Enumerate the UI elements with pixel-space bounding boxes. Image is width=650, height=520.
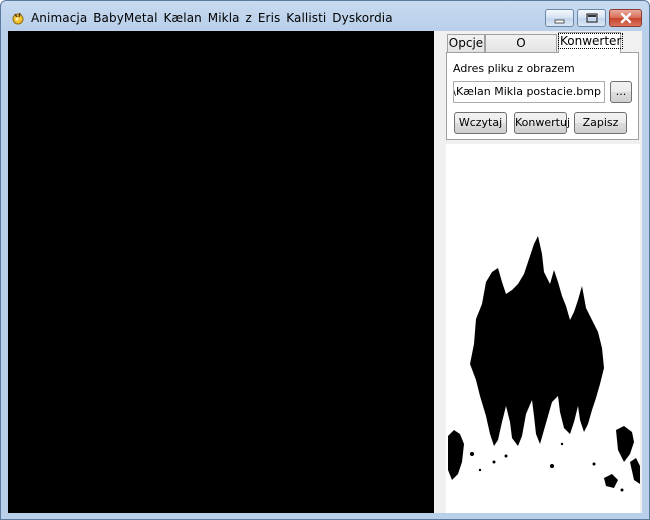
tab-konwerter[interactable]: Konwerter: [557, 32, 624, 53]
window-title: Animacja BabyMetal Kælan Mikla z Eris Ka…: [31, 11, 393, 25]
tab-label: Opcje: [448, 36, 484, 50]
client-area: Opcje O programie Konwerter Adres pliku …: [8, 31, 642, 513]
browse-button[interactable]: ...: [610, 81, 632, 103]
tab-opcje[interactable]: Opcje: [447, 34, 485, 52]
maximize-button[interactable]: [577, 9, 606, 27]
side-panel: Opcje O programie Konwerter Adres pliku …: [445, 31, 642, 513]
silhouette-image: [448, 236, 640, 492]
image-preview: [446, 144, 640, 513]
close-icon: [620, 12, 632, 24]
file-path-label: Adres pliku z obrazem: [453, 62, 575, 75]
save-button[interactable]: Zapisz: [574, 112, 627, 134]
app-icon: [12, 12, 24, 25]
close-button[interactable]: [609, 9, 642, 27]
convert-button[interactable]: Konwertuj: [514, 112, 570, 134]
converter-tab-page: Adres pliku z obrazem alog\Kælan Mikla p…: [446, 52, 639, 140]
tab-o-programie[interactable]: O programie: [485, 34, 557, 67]
app-window: Animacja BabyMetal Kælan Mikla z Eris Ka…: [0, 0, 650, 520]
maximize-icon: [586, 13, 598, 23]
file-path-value: alog\Kælan Mikla postacie.bmp: [454, 85, 601, 98]
title-bar[interactable]: Animacja BabyMetal Kælan Mikla z Eris Ka…: [1, 1, 649, 31]
minimize-button[interactable]: [545, 9, 574, 27]
minimize-icon: [554, 19, 565, 24]
load-button[interactable]: Wczytaj: [454, 112, 507, 134]
file-path-input[interactable]: alog\Kælan Mikla postacie.bmp: [453, 81, 605, 103]
tab-label: Konwerter: [557, 33, 624, 49]
animation-canvas[interactable]: [8, 31, 434, 513]
